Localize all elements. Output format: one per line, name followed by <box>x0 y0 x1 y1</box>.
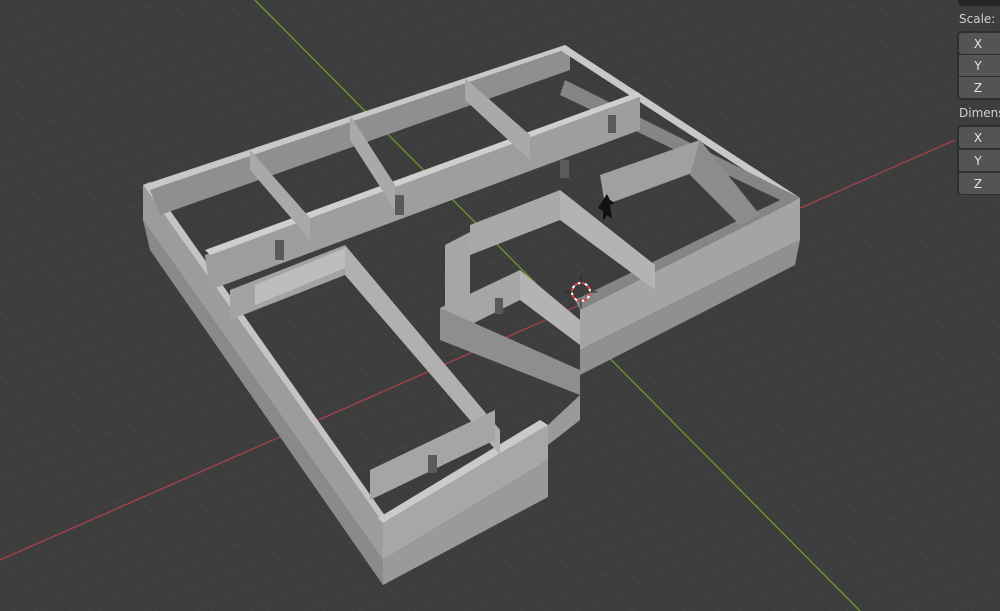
3d-viewport[interactable] <box>0 0 1000 611</box>
scale-label: Scale: <box>959 12 996 26</box>
dimensions-y-field[interactable]: Y <box>959 150 1000 171</box>
panel-top-edge <box>958 0 1000 6</box>
properties-panel: Scale: X Y Z Dimens X Y Z <box>955 0 1000 611</box>
dimensions-z-field[interactable]: Z <box>959 173 1000 194</box>
scale-x-field[interactable]: X <box>959 33 1000 54</box>
dimensions-label: Dimens <box>959 106 1000 120</box>
scale-z-field[interactable]: Z <box>959 77 1000 98</box>
scale-y-field[interactable]: Y <box>959 55 1000 76</box>
dimensions-x-field[interactable]: X <box>959 127 1000 148</box>
